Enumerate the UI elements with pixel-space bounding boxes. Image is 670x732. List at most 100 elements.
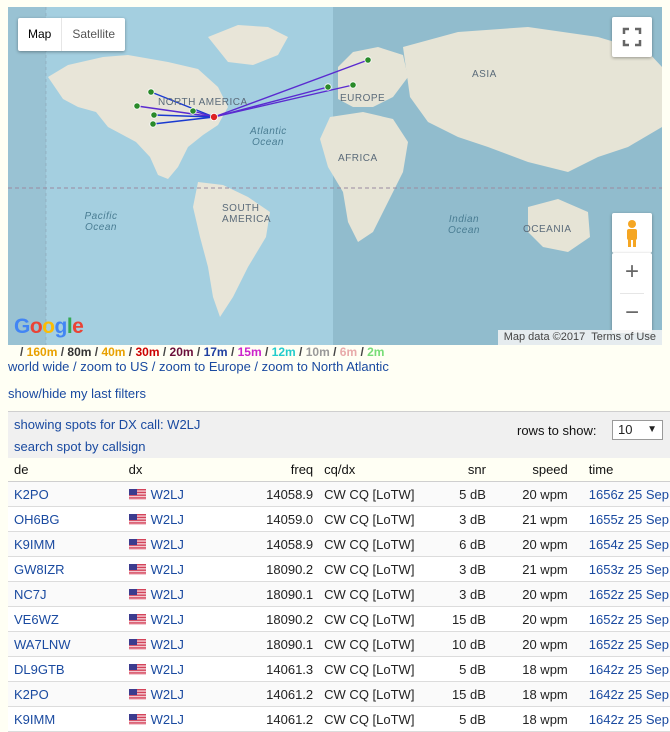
label-asia: ASIA bbox=[472, 69, 497, 80]
band-filter-40m[interactable]: 40m bbox=[101, 345, 125, 359]
label-indian: Indian Ocean bbox=[448, 214, 480, 236]
map-type-satellite-button[interactable]: Satellite bbox=[61, 18, 125, 51]
dx-call[interactable]: W2LJ bbox=[151, 562, 184, 577]
cell-cq: CW CQ [LoTW] bbox=[314, 631, 436, 657]
cell-cq: CW CQ [LoTW] bbox=[314, 556, 436, 582]
cell-speed: 18 wpm bbox=[486, 706, 569, 732]
cell-dx[interactable]: W2LJ bbox=[127, 581, 233, 607]
cell-speed: 20 wpm bbox=[486, 531, 569, 557]
rows-select-value: 10 bbox=[618, 422, 633, 437]
cell-dx[interactable]: W2LJ bbox=[127, 631, 233, 657]
spot-map[interactable]: NORTH AMERICA SOUTH AMERICA EUROPE ASIA … bbox=[8, 7, 662, 345]
dx-call[interactable]: W2LJ bbox=[151, 587, 184, 602]
cell-cq: CW CQ [LoTW] bbox=[314, 656, 436, 682]
band-filter-160m[interactable]: 160m bbox=[27, 345, 58, 359]
cell-snr: 5 dB bbox=[435, 706, 487, 732]
cell-de[interactable]: VE6WZ bbox=[8, 606, 128, 632]
band-filter-15m[interactable]: 15m bbox=[238, 345, 262, 359]
dx-call[interactable]: W2LJ bbox=[151, 712, 184, 727]
col-freq[interactable]: freq bbox=[232, 457, 315, 482]
cell-de[interactable]: WA7LNW bbox=[8, 631, 128, 657]
search-spot-link[interactable]: search spot by callsign bbox=[14, 439, 146, 454]
cell-dx[interactable]: W2LJ bbox=[127, 656, 233, 682]
cell-freq: 14059.0 bbox=[232, 506, 315, 532]
cell-dx[interactable]: W2LJ bbox=[127, 556, 233, 582]
band-separator: / bbox=[159, 345, 170, 359]
cell-cq: CW CQ [LoTW] bbox=[314, 581, 436, 607]
label-africa: AFRICA bbox=[338, 153, 378, 164]
cell-de[interactable]: OH6BG bbox=[8, 506, 128, 532]
col-speed[interactable]: speed bbox=[486, 457, 569, 482]
map-type-control: Map Satellite bbox=[18, 18, 126, 51]
cell-cq: CW CQ [LoTW] bbox=[314, 481, 436, 507]
cell-time[interactable]: 1655z 25 Sep bbox=[568, 506, 670, 532]
us-flag-icon bbox=[128, 663, 146, 675]
cell-snr: 5 dB bbox=[435, 481, 487, 507]
cell-de[interactable]: NC7J bbox=[8, 581, 128, 607]
terms-link[interactable]: Terms of Use bbox=[585, 331, 656, 343]
filters-toggle: show/hide my last filters bbox=[8, 386, 146, 401]
table-row: VE6WZ W2LJ 18090.2 CW CQ [LoTW] 15 dB 20 wpm 1… bbox=[8, 606, 670, 632]
show-hide-filters-link[interactable]: show/hide my last filters bbox=[8, 386, 146, 401]
cell-speed: 20 wpm bbox=[486, 606, 569, 632]
cell-time[interactable]: 1652z 25 Sep bbox=[568, 581, 670, 607]
cell-dx[interactable]: W2LJ bbox=[127, 506, 233, 532]
zoom-north-atlantic-link[interactable]: zoom to North Atlantic bbox=[262, 359, 389, 374]
cell-de[interactable]: K9IMM bbox=[8, 531, 128, 557]
dx-call[interactable]: W2LJ bbox=[151, 537, 184, 552]
zoom-us-link[interactable]: zoom to US bbox=[80, 359, 148, 374]
dx-call[interactable]: W2LJ bbox=[151, 662, 184, 677]
cell-de[interactable]: DL9GTB bbox=[8, 656, 128, 682]
cell-snr: 15 dB bbox=[435, 681, 487, 707]
cell-de[interactable]: K9IMM bbox=[8, 706, 128, 732]
col-cqdx[interactable]: cq/dx bbox=[314, 457, 436, 482]
cell-dx[interactable]: W2LJ bbox=[127, 706, 233, 732]
cell-time[interactable]: 1656z 25 Sep bbox=[568, 481, 670, 507]
dx-call[interactable]: W2LJ bbox=[151, 487, 184, 502]
col-time[interactable]: time bbox=[568, 457, 670, 482]
cell-de[interactable]: K2PO bbox=[8, 481, 128, 507]
cell-time[interactable]: 1652z 25 Sep bbox=[568, 606, 670, 632]
band-filter-10m[interactable]: 10m bbox=[306, 345, 330, 359]
fullscreen-button[interactable] bbox=[612, 17, 652, 57]
cell-dx[interactable]: W2LJ bbox=[127, 481, 233, 507]
cell-dx[interactable]: W2LJ bbox=[127, 681, 233, 707]
rows-to-show-select[interactable]: 10 ▼ bbox=[612, 420, 663, 440]
band-filter-30m[interactable]: 30m bbox=[135, 345, 159, 359]
band-separator: / bbox=[57, 345, 68, 359]
band-filter-17m[interactable]: 17m bbox=[204, 345, 228, 359]
cell-time[interactable]: 1642z 25 Sep bbox=[568, 656, 670, 682]
cell-time[interactable]: 1653z 25 Sep bbox=[568, 556, 670, 582]
cell-speed: 18 wpm bbox=[486, 681, 569, 707]
band-filter-12m[interactable]: 12m bbox=[272, 345, 296, 359]
cell-de[interactable]: GW8IZR bbox=[8, 556, 128, 582]
band-filter-2m[interactable]: 2m bbox=[367, 345, 384, 359]
dx-call[interactable]: W2LJ bbox=[151, 512, 184, 527]
cell-dx[interactable]: W2LJ bbox=[127, 531, 233, 557]
cell-time[interactable]: 1654z 25 Sep bbox=[568, 531, 670, 557]
dx-call[interactable]: W2LJ bbox=[151, 687, 184, 702]
cell-time[interactable]: 1652z 25 Sep bbox=[568, 631, 670, 657]
col-dx[interactable]: dx bbox=[127, 457, 233, 482]
world-wide-link[interactable]: world wide bbox=[8, 359, 69, 374]
col-de[interactable]: de bbox=[8, 457, 128, 482]
band-filter-6m[interactable]: 6m bbox=[340, 345, 357, 359]
cell-time[interactable]: 1642z 25 Sep bbox=[568, 706, 670, 732]
zoom-europe-link[interactable]: zoom to Europe bbox=[159, 359, 251, 374]
zoom-in-button[interactable]: + bbox=[612, 253, 652, 293]
cell-time[interactable]: 1642z 25 Sep bbox=[568, 681, 670, 707]
cell-dx[interactable]: W2LJ bbox=[127, 606, 233, 632]
dx-call[interactable]: W2LJ bbox=[151, 612, 184, 627]
cell-de[interactable]: K2PO bbox=[8, 681, 128, 707]
us-flag-icon bbox=[128, 513, 146, 525]
band-filter-20m[interactable]: 20m bbox=[170, 345, 194, 359]
cell-snr: 6 dB bbox=[435, 531, 487, 557]
street-view-button[interactable] bbox=[612, 213, 652, 253]
cell-speed: 21 wpm bbox=[486, 506, 569, 532]
cell-speed: 20 wpm bbox=[486, 481, 569, 507]
dx-call[interactable]: W2LJ bbox=[151, 637, 184, 652]
zoom-out-button[interactable]: − bbox=[612, 294, 652, 334]
band-filter-80m[interactable]: 80m bbox=[67, 345, 91, 359]
map-type-map-button[interactable]: Map bbox=[18, 18, 61, 51]
col-snr[interactable]: snr bbox=[435, 457, 487, 482]
